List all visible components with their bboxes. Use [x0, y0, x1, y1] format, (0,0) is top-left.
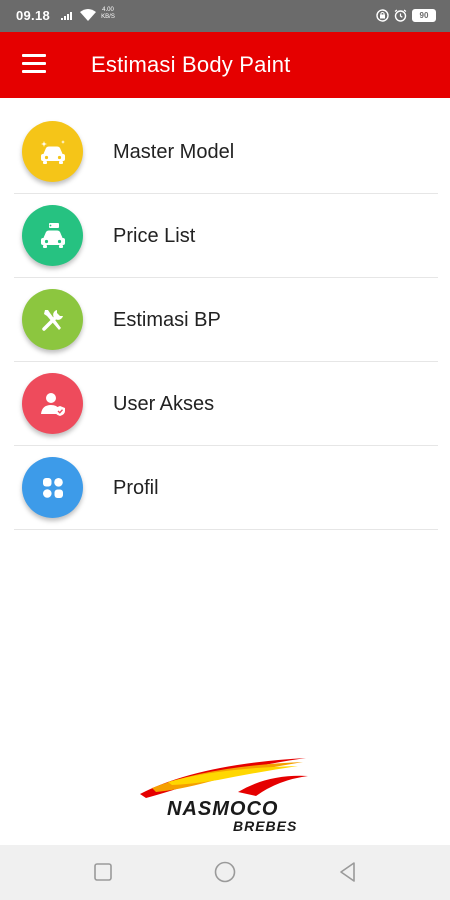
car-tag-icon	[22, 205, 83, 266]
status-bar: 09.18 4.00 KB/S 90	[0, 0, 450, 32]
app-title: Estimasi Body Paint	[91, 52, 291, 77]
menu-list: Master Model Price List Estimasi BP User…	[14, 110, 438, 530]
status-right-icons: 90	[376, 9, 436, 22]
home-icon[interactable]	[213, 860, 237, 884]
menu-item-label: Price List	[113, 225, 196, 247]
network-speed-value: 4.00	[102, 7, 114, 13]
car-sparkle-icon	[22, 121, 83, 182]
battery-icon: 90	[412, 9, 436, 22]
app-bar: Estimasi Body Paint	[0, 32, 450, 98]
network-speed: 4.00 KB/S	[98, 7, 118, 21]
menu-item-estimasi-bp[interactable]: Estimasi BP	[14, 278, 438, 362]
alarm-icon	[394, 9, 407, 22]
menu-item-label: Profil	[113, 477, 159, 499]
user-access-icon	[22, 373, 83, 434]
menu-item-user-akses[interactable]: User Akses	[14, 362, 438, 446]
tools-icon	[22, 289, 83, 350]
menu-item-label: User Akses	[113, 393, 215, 415]
wifi-icon	[80, 9, 96, 21]
menu-item-label: Estimasi BP	[113, 309, 221, 331]
signal-icon	[61, 12, 72, 20]
menu-item-profil[interactable]: Profil	[14, 446, 438, 530]
menu-item-label: Master Model	[113, 141, 235, 163]
nasmoco-brebes-logo: NASMOCO BREBES	[138, 752, 318, 837]
recent-apps-icon[interactable]	[91, 860, 115, 884]
menu-item-master-model[interactable]: Master Model	[14, 110, 438, 194]
apps-grid-icon	[22, 457, 83, 518]
back-icon[interactable]	[336, 860, 360, 884]
network-speed-unit: KB/S	[101, 14, 115, 20]
menu-item-price-list[interactable]: Price List	[14, 194, 438, 278]
status-time: 09.18	[16, 8, 51, 23]
hamburger-menu-icon[interactable]	[22, 54, 48, 76]
logo-text-line2: BREBES	[233, 818, 298, 834]
lock-icon	[376, 9, 389, 22]
system-nav-bar	[0, 845, 450, 900]
